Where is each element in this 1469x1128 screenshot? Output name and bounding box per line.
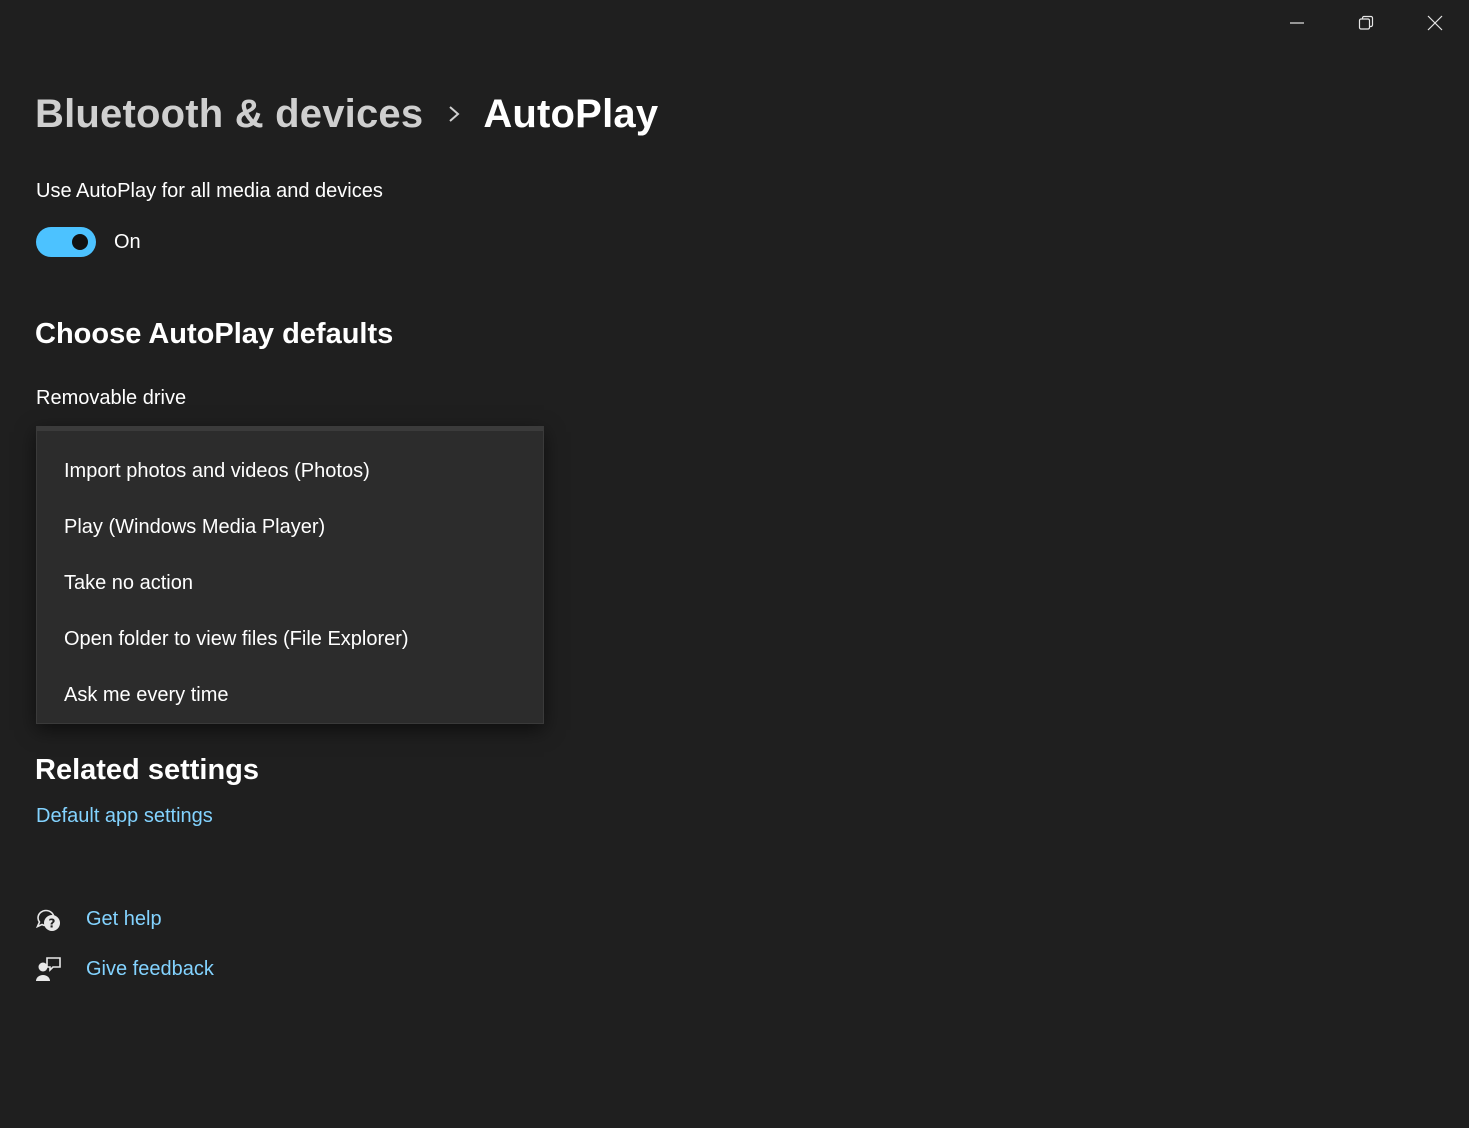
restore-button[interactable] bbox=[1331, 0, 1400, 46]
menu-item-take-no-action[interactable]: Take no action bbox=[37, 555, 543, 611]
related-settings-heading: Related settings bbox=[35, 754, 259, 786]
toggle-state-label: On bbox=[114, 230, 141, 253]
removable-drive-label: Removable drive bbox=[36, 387, 187, 409]
toggle-knob bbox=[72, 234, 88, 250]
chevron-right-icon bbox=[447, 105, 461, 123]
removable-drive-dropdown-menu: Import photos and videos (Photos) Play (… bbox=[36, 426, 544, 724]
feedback-person-icon bbox=[34, 955, 62, 983]
menu-item-open-folder[interactable]: Open folder to view files (File Explorer… bbox=[37, 611, 543, 667]
menu-item-ask-every-time[interactable]: Ask me every time bbox=[37, 667, 543, 723]
caption-buttons bbox=[1262, 0, 1469, 46]
menu-item-play-media[interactable]: Play (Windows Media Player) bbox=[37, 499, 543, 555]
settings-window: Bluetooth & devices AutoPlay Use AutoPla… bbox=[0, 0, 1469, 1128]
breadcrumb: Bluetooth & devices AutoPlay bbox=[35, 84, 658, 144]
autoplay-toggle-row: On bbox=[36, 227, 141, 257]
give-feedback-row[interactable]: Give feedback bbox=[34, 955, 214, 983]
page-title: AutoPlay bbox=[483, 91, 659, 136]
autoplay-setting-label: Use AutoPlay for all media and devices bbox=[36, 180, 383, 202]
close-button[interactable] bbox=[1400, 0, 1469, 46]
autoplay-toggle[interactable] bbox=[36, 227, 96, 257]
menu-item-import-photos[interactable]: Import photos and videos (Photos) bbox=[37, 443, 543, 499]
close-icon bbox=[1427, 15, 1442, 31]
minimize-button[interactable] bbox=[1262, 0, 1331, 46]
get-help-link[interactable]: Get help bbox=[86, 908, 162, 931]
help-chat-icon: ? bbox=[34, 905, 62, 933]
default-app-settings-link[interactable]: Default app settings bbox=[36, 805, 213, 828]
restore-icon bbox=[1358, 15, 1373, 30]
breadcrumb-parent-link[interactable]: Bluetooth & devices bbox=[35, 92, 423, 137]
get-help-row[interactable]: ? Get help bbox=[34, 905, 162, 933]
minimize-icon bbox=[1289, 22, 1304, 24]
give-feedback-link[interactable]: Give feedback bbox=[86, 958, 214, 981]
svg-text:?: ? bbox=[49, 917, 56, 931]
choose-defaults-heading: Choose AutoPlay defaults bbox=[35, 318, 394, 350]
